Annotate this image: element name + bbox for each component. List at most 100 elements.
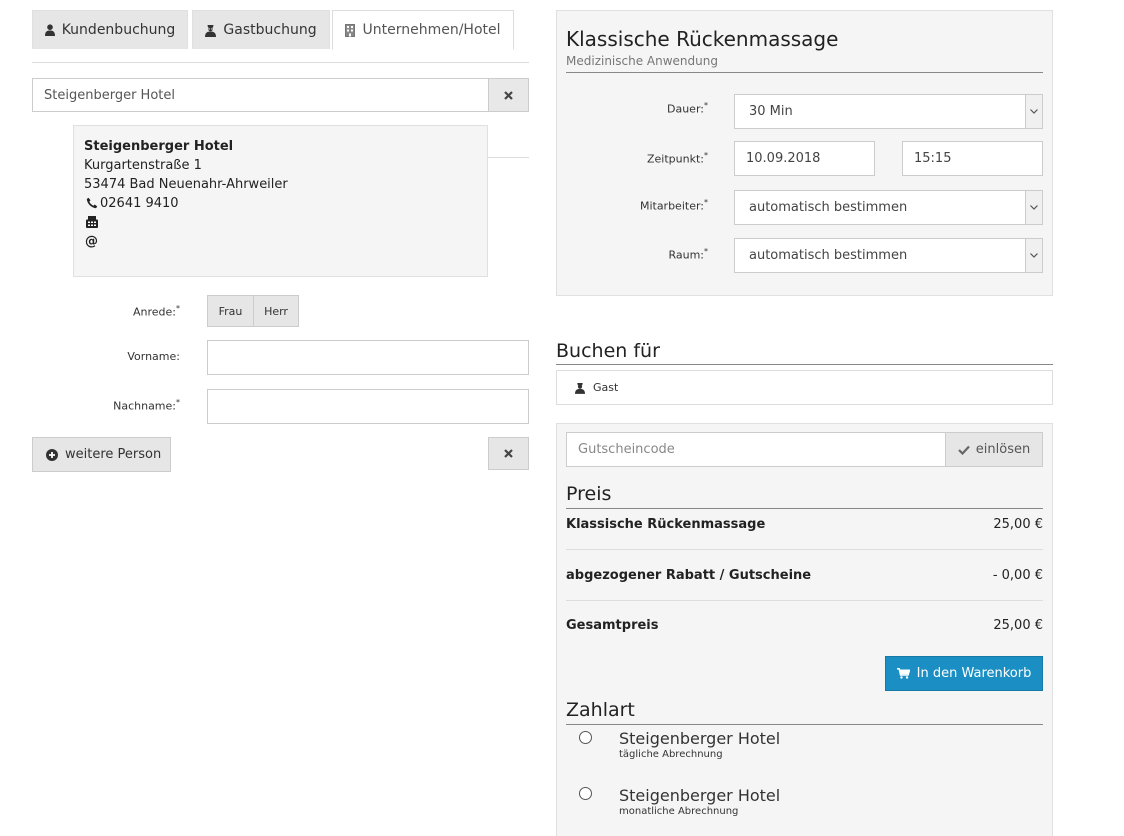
add-to-cart-label: In den Warenkorb: [916, 666, 1032, 681]
payment-option-daily-sub: tägliche Abrechnung: [619, 749, 723, 760]
price-row-total-label: Gesamtpreis: [566, 618, 659, 633]
firstname-label-text: Vorname:: [127, 350, 180, 363]
price-row-discount-label: abgezogener Rabatt / Gutscheine: [566, 568, 812, 583]
payment-title: Zahlart: [566, 699, 635, 721]
phone-icon: [86, 197, 98, 208]
company-phone: 02641 9410: [100, 196, 179, 211]
lastname-label: Nachname:*: [40, 398, 180, 413]
chevron-down-icon: [1025, 95, 1042, 128]
price-row-total-value: 25,00 €: [993, 618, 1043, 633]
add-to-cart-button[interactable]: In den Warenkorb: [885, 656, 1043, 691]
required-mark: *: [704, 247, 708, 256]
payment-option-monthly-name: Steigenberger Hotel: [619, 786, 781, 805]
company-city: 53474 Bad Neuenahr-Ahrweiler: [84, 177, 288, 192]
company-clear-button[interactable]: [488, 78, 529, 112]
time-label: Zeitpunkt:*: [568, 151, 708, 166]
plus-circle-icon: [46, 448, 58, 461]
chevron-down-icon: [1025, 239, 1042, 272]
salutation-toggle: Frau Herr: [207, 295, 299, 327]
cart-icon: [896, 668, 910, 679]
tab-label: Unternehmen/Hotel: [362, 22, 501, 38]
email-icon: @: [85, 234, 98, 249]
tab-unternehmen-hotel[interactable]: Unternehmen/Hotel: [332, 10, 514, 50]
add-person-label: weitere Person: [65, 447, 162, 462]
add-person-button[interactable]: weitere Person: [32, 437, 171, 472]
guest-icon: [205, 24, 217, 37]
room-value: automatisch bestimmen: [749, 248, 908, 263]
required-mark: *: [704, 101, 708, 110]
lastname-input[interactable]: [207, 389, 529, 424]
salutation-label: Anrede:*: [40, 304, 180, 319]
price-row-discount-value: - 0,00 €: [992, 568, 1043, 583]
company-phone-row: 02641 9410: [84, 194, 477, 213]
divider: [566, 508, 1043, 509]
company-street: Kurgartenstraße 1: [84, 158, 202, 173]
divider: [566, 724, 1043, 725]
close-icon: [504, 449, 513, 458]
employee-value: automatisch bestimmen: [749, 200, 908, 215]
company-search-input[interactable]: Steigenberger Hotel: [32, 78, 489, 112]
company-name: Steigenberger Hotel: [84, 139, 234, 154]
salutation-label-text: Anrede:: [132, 305, 176, 319]
tab-label: Kundenbuchung: [61, 22, 176, 38]
building-icon: [345, 23, 356, 37]
firstname-label: Vorname:: [40, 350, 180, 363]
duration-value: 30 Min: [749, 104, 793, 119]
duration-label: Dauer:*: [568, 101, 708, 116]
booking-for-box[interactable]: Gast: [556, 370, 1053, 405]
check-icon: [958, 445, 970, 455]
company-email-row: @: [84, 232, 477, 251]
booking-type-tabs: Kundenbuchung Gastbuchung Unternehmen/Ho…: [32, 10, 529, 63]
salutation-herr-button[interactable]: Herr: [253, 296, 298, 326]
divider: [566, 72, 1043, 73]
payment-option-daily-radio[interactable]: [579, 731, 592, 744]
time-value: 15:15: [914, 151, 952, 166]
date-input[interactable]: 10.09.2018: [734, 141, 875, 176]
price-row-service-value: 25,00 €: [993, 517, 1043, 532]
close-icon: [504, 90, 513, 100]
payment-option-monthly-radio[interactable]: [579, 787, 592, 800]
required-mark: *: [176, 398, 180, 407]
voucher-placeholder: Gutscheincode: [578, 442, 675, 457]
time-label-text: Zeitpunkt:: [647, 152, 704, 166]
employee-label-text: Mitarbeiter:: [639, 199, 704, 213]
service-subtitle: Medizinische Anwendung: [566, 54, 718, 68]
employee-select[interactable]: automatisch bestimmen: [734, 190, 1043, 225]
time-input[interactable]: 15:15: [902, 141, 1043, 176]
guest-icon: [575, 382, 585, 394]
tab-gastbuchung[interactable]: Gastbuchung: [192, 10, 330, 49]
duration-select[interactable]: 30 Min: [734, 94, 1043, 129]
payment-option-monthly-sub: monatliche Abrechnung: [619, 806, 739, 817]
firstname-input[interactable]: [207, 340, 529, 375]
voucher-code-input[interactable]: Gutscheincode: [566, 432, 946, 467]
service-title: Klassische Rückenmassage: [566, 27, 839, 51]
duration-label-text: Dauer:: [667, 102, 704, 116]
required-mark: *: [176, 304, 180, 313]
redeem-label: einlösen: [975, 442, 1031, 457]
tab-label: Gastbuchung: [223, 22, 317, 38]
divider: [556, 364, 1053, 365]
date-value: 10.09.2018: [746, 151, 821, 166]
row-divider: [566, 549, 1043, 550]
tab-kundenbuchung[interactable]: Kundenbuchung: [32, 10, 188, 49]
price-title: Preis: [566, 483, 612, 505]
required-mark: *: [704, 151, 708, 160]
user-icon: [44, 24, 55, 36]
remove-person-button[interactable]: [488, 437, 529, 470]
booking-for-value: Gast: [593, 381, 619, 394]
row-divider: [566, 600, 1043, 601]
room-select[interactable]: automatisch bestimmen: [734, 238, 1043, 273]
salutation-frau-button[interactable]: Frau: [208, 296, 253, 326]
payment-option-daily-name: Steigenberger Hotel: [619, 729, 781, 748]
room-label: Raum:*: [568, 247, 708, 262]
booking-for-title: Buchen für: [556, 340, 660, 362]
lastname-label-text: Nachname:: [113, 399, 176, 413]
room-label-text: Raum:: [668, 248, 704, 262]
price-row-service-label: Klassische Rückenmassage: [566, 517, 766, 532]
divider: [487, 157, 529, 158]
chevron-down-icon: [1025, 191, 1042, 224]
required-mark: *: [704, 198, 708, 207]
company-search-value: Steigenberger Hotel: [44, 87, 175, 103]
company-fax-row: [84, 213, 477, 232]
redeem-voucher-button[interactable]: einlösen: [945, 432, 1043, 467]
